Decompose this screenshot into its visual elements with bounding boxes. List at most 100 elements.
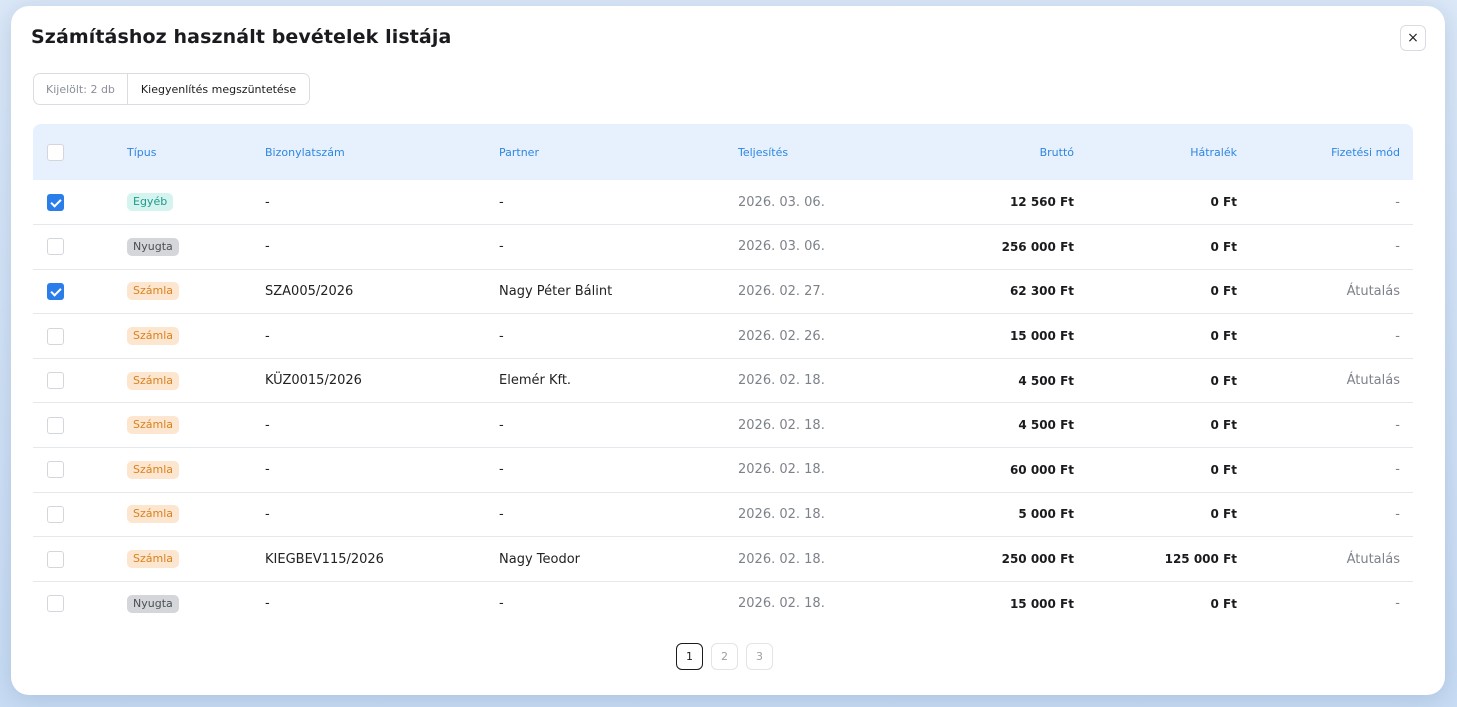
outstanding-cell: 0 Ft bbox=[1210, 373, 1237, 388]
page-button-2[interactable]: 2 bbox=[711, 643, 738, 670]
partner-cell: - bbox=[499, 194, 504, 210]
doc-number-cell: - bbox=[265, 328, 270, 344]
outstanding-cell: 0 Ft bbox=[1210, 195, 1237, 210]
row-select-cell bbox=[33, 180, 127, 225]
gross-cell: 62 300 Ft bbox=[1009, 284, 1074, 299]
payment-method-cell: - bbox=[1395, 328, 1400, 344]
table-row[interactable]: Számla KIEGBEV115/2026 Nagy Teodor 2026. 02… bbox=[33, 537, 1413, 582]
payment-method-cell: Átutalás bbox=[1346, 283, 1400, 299]
outstanding-cell: 0 Ft bbox=[1210, 239, 1237, 254]
row-select-cell bbox=[33, 269, 127, 314]
date-cell: 2026. 02. 18. bbox=[738, 506, 825, 522]
row-select-cell bbox=[33, 581, 127, 626]
type-badge: Számla bbox=[127, 460, 180, 479]
date-cell: 2026. 03. 06. bbox=[738, 194, 825, 210]
row-select-cell bbox=[33, 492, 127, 537]
select-all-checkbox[interactable] bbox=[47, 143, 64, 161]
partner-cell: - bbox=[499, 506, 504, 522]
row-checkbox[interactable] bbox=[47, 193, 64, 211]
close-button[interactable]: × bbox=[1400, 25, 1426, 51]
table-row[interactable]: Nyugta - - 2026. 03. 06. 256 000 Ft 0 Ft - bbox=[33, 225, 1413, 270]
gross-cell: 4 500 Ft bbox=[1018, 418, 1074, 433]
payment-method-cell: Átutalás bbox=[1346, 551, 1400, 567]
table-row[interactable]: Számla - - 2026. 02. 18. 5 000 Ft 0 Ft - bbox=[33, 492, 1413, 537]
type-cell: Számla bbox=[127, 314, 265, 359]
doc-number-cell: KÜZ0015/2026 bbox=[265, 373, 362, 389]
outstanding-cell: 0 Ft bbox=[1210, 507, 1237, 522]
type-badge: Számla bbox=[127, 327, 180, 346]
type-cell: Számla bbox=[127, 537, 265, 582]
pagination: 123 bbox=[676, 643, 773, 670]
type-cell: Számla bbox=[127, 492, 265, 537]
doc-number-cell: - bbox=[265, 506, 270, 522]
table-row[interactable]: Számla KÜZ0015/2026 Elemér Kft. 2026. 02. 1… bbox=[33, 358, 1413, 403]
header-payment-method[interactable]: Fizetési mód bbox=[1237, 124, 1413, 180]
remove-settlement-button[interactable]: Kiegyenlítés megszüntetése bbox=[127, 74, 310, 104]
gross-cell: 15 000 Ft bbox=[1009, 329, 1074, 344]
table-row[interactable]: Számla SZA005/2026 Nagy Péter Bálint 2026. … bbox=[33, 269, 1413, 314]
header-outstanding[interactable]: Hátralék bbox=[1074, 124, 1237, 180]
payment-method-cell: - bbox=[1395, 596, 1400, 612]
row-checkbox[interactable] bbox=[47, 282, 64, 300]
header-partner[interactable]: Partner bbox=[499, 124, 738, 180]
date-cell: 2026. 02. 18. bbox=[738, 596, 825, 612]
table-row[interactable]: Nyugta - - 2026. 02. 18. 15 000 Ft 0 Ft - bbox=[33, 581, 1413, 626]
type-badge: Számla bbox=[127, 416, 180, 435]
row-checkbox[interactable] bbox=[47, 416, 64, 434]
type-cell: Nyugta bbox=[127, 581, 265, 626]
type-badge: Egyéb bbox=[127, 193, 174, 212]
table-row[interactable]: Számla - - 2026. 02. 18. 60 000 Ft 0 Ft - bbox=[33, 448, 1413, 493]
doc-number-cell: - bbox=[265, 462, 270, 478]
payment-method-cell: Átutalás bbox=[1346, 373, 1400, 389]
row-checkbox[interactable] bbox=[47, 238, 64, 256]
table-row[interactable]: Számla - - 2026. 02. 18. 4 500 Ft 0 Ft - bbox=[33, 403, 1413, 448]
gross-cell: 60 000 Ft bbox=[1009, 462, 1074, 477]
row-select-cell bbox=[33, 314, 127, 359]
page-button-3[interactable]: 3 bbox=[746, 643, 773, 670]
selection-toolbar: Kijelölt: 2 db Kiegyenlítés megszüntetés… bbox=[33, 73, 311, 105]
table-row[interactable]: Számla - - 2026. 02. 26. 15 000 Ft 0 Ft - bbox=[33, 314, 1413, 359]
row-checkbox[interactable] bbox=[47, 550, 64, 568]
income-list-modal: Számításhoz használt bevételek listája ×… bbox=[11, 6, 1445, 695]
outstanding-cell: 0 Ft bbox=[1210, 596, 1237, 611]
outstanding-cell: 0 Ft bbox=[1210, 284, 1237, 299]
row-checkbox[interactable] bbox=[47, 372, 64, 390]
date-cell: 2026. 02. 18. bbox=[738, 373, 825, 389]
gross-cell: 256 000 Ft bbox=[1001, 239, 1074, 254]
type-cell: Számla bbox=[127, 269, 265, 314]
type-cell: Számla bbox=[127, 448, 265, 493]
outstanding-cell: 0 Ft bbox=[1210, 418, 1237, 433]
partner-cell: Nagy Teodor bbox=[499, 551, 581, 567]
partner-cell: Nagy Péter Bálint bbox=[499, 283, 613, 299]
header-gross[interactable]: Bruttó bbox=[908, 124, 1074, 180]
doc-number-cell: KIEGBEV115/2026 bbox=[265, 551, 384, 567]
type-cell: Számla bbox=[127, 403, 265, 448]
header-type[interactable]: Típus bbox=[127, 124, 265, 180]
page-button-1[interactable]: 1 bbox=[676, 643, 703, 670]
header-fulfillment-date[interactable]: Teljesítés bbox=[738, 124, 908, 180]
type-badge: Számla bbox=[127, 550, 180, 569]
partner-cell: - bbox=[499, 596, 504, 612]
gross-cell: 15 000 Ft bbox=[1009, 596, 1074, 611]
row-checkbox[interactable] bbox=[47, 461, 64, 479]
row-checkbox[interactable] bbox=[47, 505, 64, 523]
type-badge: Számla bbox=[127, 371, 180, 390]
partner-cell: - bbox=[499, 328, 504, 344]
outstanding-cell: 0 Ft bbox=[1210, 329, 1237, 344]
partner-cell: - bbox=[499, 417, 504, 433]
table-row[interactable]: Egyéb - - 2026. 03. 06. 12 560 Ft 0 Ft - bbox=[33, 180, 1413, 225]
date-cell: 2026. 02. 18. bbox=[738, 462, 825, 478]
outstanding-cell: 0 Ft bbox=[1210, 462, 1237, 477]
gross-cell: 250 000 Ft bbox=[1001, 552, 1074, 567]
gross-cell: 4 500 Ft bbox=[1018, 373, 1074, 388]
row-checkbox[interactable] bbox=[47, 327, 64, 345]
doc-number-cell: - bbox=[265, 596, 270, 612]
outstanding-cell: 125 000 Ft bbox=[1164, 552, 1237, 567]
row-checkbox[interactable] bbox=[47, 595, 64, 613]
income-table: Típus Bizonylatszám Partner Teljesítés B… bbox=[33, 124, 1413, 626]
payment-method-cell: - bbox=[1395, 506, 1400, 522]
header-doc-number[interactable]: Bizonylatszám bbox=[265, 124, 499, 180]
close-icon: × bbox=[1407, 30, 1419, 46]
date-cell: 2026. 02. 18. bbox=[738, 551, 825, 567]
partner-cell: - bbox=[499, 462, 504, 478]
